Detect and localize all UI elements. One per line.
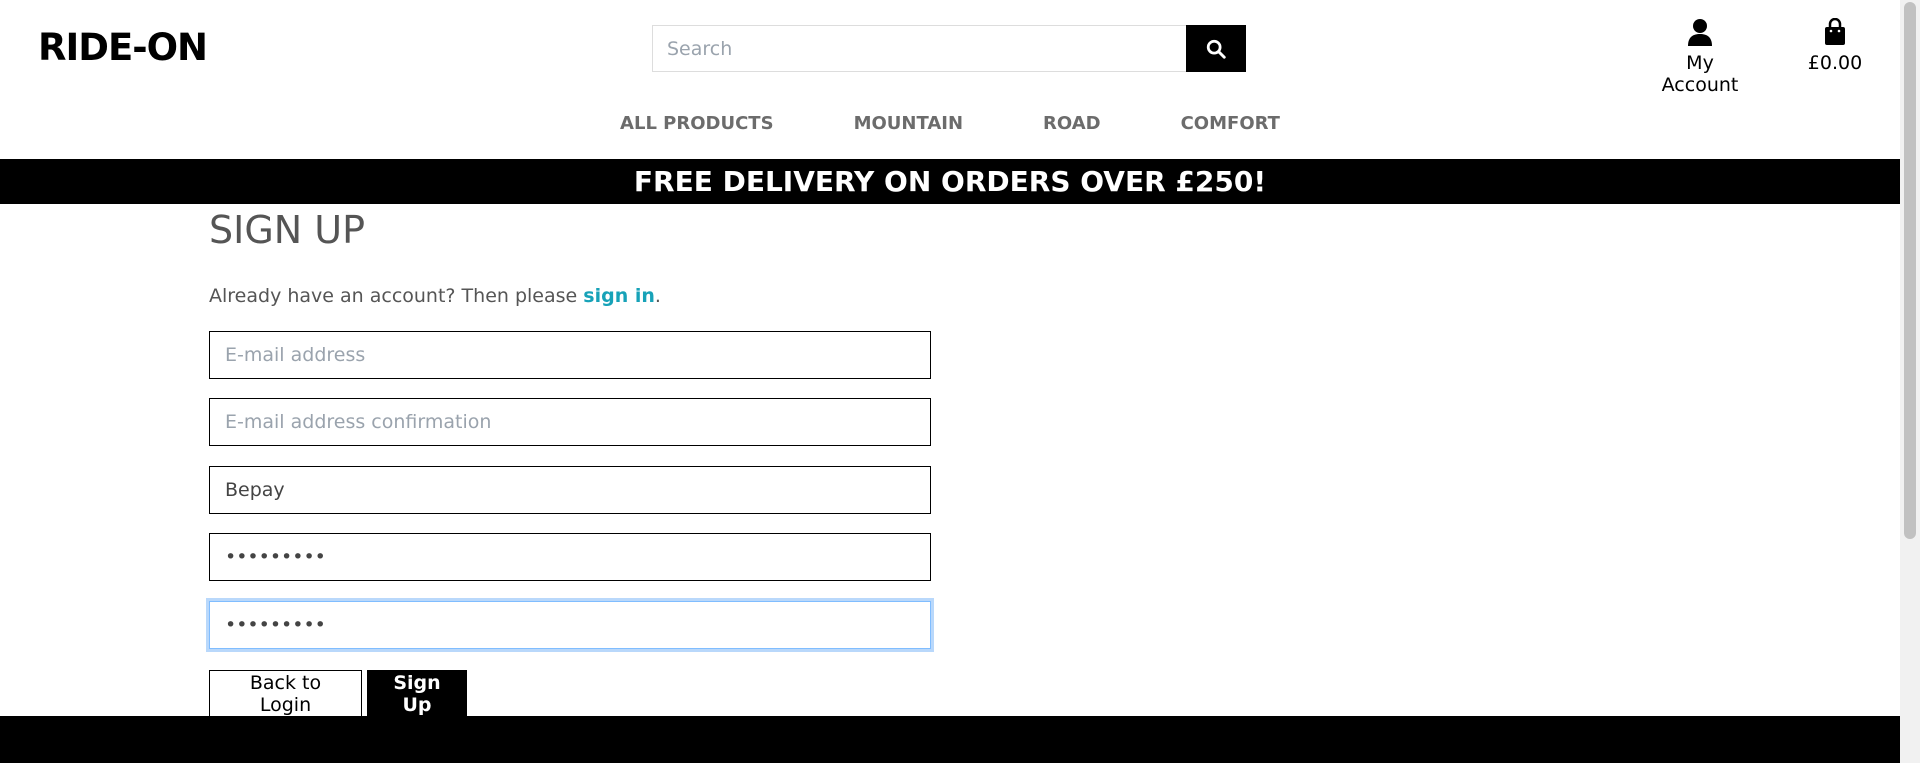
scrollbar[interactable] bbox=[1900, 0, 1920, 763]
back-to-login-button[interactable]: Back to Login bbox=[209, 670, 362, 717]
page: RIDE-ON My Account £0.00 bbox=[0, 0, 1900, 763]
my-account-link[interactable]: My Account bbox=[1645, 18, 1755, 96]
password-confirm-field[interactable] bbox=[209, 601, 931, 649]
signin-prompt: Already have an account? Then please sig… bbox=[209, 285, 661, 307]
site-logo[interactable]: RIDE-ON bbox=[38, 26, 208, 69]
my-account-label: My Account bbox=[1661, 52, 1739, 96]
nav-all-products[interactable]: ALL PRODUCTS bbox=[620, 113, 774, 134]
bag-total: £0.00 bbox=[1807, 52, 1863, 74]
search-bar bbox=[652, 25, 1246, 72]
nav-mountain[interactable]: MOUNTAIN bbox=[854, 113, 963, 134]
user-icon bbox=[1645, 18, 1755, 48]
footer bbox=[0, 716, 1900, 763]
email-field[interactable] bbox=[209, 331, 931, 379]
signin-prompt-suffix: . bbox=[654, 285, 661, 307]
password-field[interactable] bbox=[209, 533, 931, 581]
email-confirm-field[interactable] bbox=[209, 398, 931, 446]
nav-comfort[interactable]: COMFORT bbox=[1181, 113, 1280, 134]
scrollbar-thumb[interactable] bbox=[1904, 2, 1916, 539]
search-button[interactable] bbox=[1186, 25, 1246, 72]
nav-road[interactable]: ROAD bbox=[1043, 113, 1101, 134]
main-nav: ALL PRODUCTS MOUNTAIN ROAD COMFORT bbox=[0, 113, 1900, 134]
page-title: SIGN UP bbox=[209, 208, 366, 252]
shopping-bag-link[interactable]: £0.00 bbox=[1800, 17, 1870, 74]
shopping-bag-icon bbox=[1800, 17, 1870, 48]
signin-prompt-text: Already have an account? Then please bbox=[209, 285, 584, 307]
search-icon bbox=[1206, 39, 1226, 59]
username-field[interactable] bbox=[209, 466, 931, 514]
search-input[interactable] bbox=[653, 26, 1186, 71]
delivery-banner: FREE DELIVERY ON ORDERS OVER £250! bbox=[0, 159, 1900, 204]
sign-up-button[interactable]: Sign Up bbox=[367, 670, 467, 717]
signin-link[interactable]: sign in bbox=[583, 285, 655, 307]
